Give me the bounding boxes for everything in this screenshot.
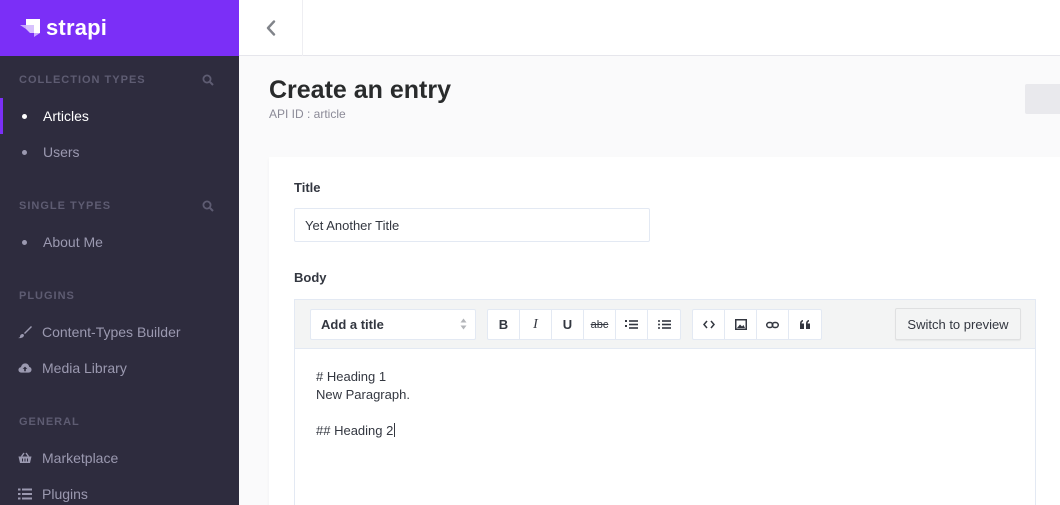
- format-button-group: B I U abc: [487, 309, 681, 340]
- bulleted-list-button[interactable]: [648, 310, 680, 339]
- sidebar-item-users[interactable]: Users: [0, 134, 239, 170]
- sidebar-item-label: Marketplace: [42, 450, 119, 466]
- editor-toolbar: Add a title B I U abc Switch to preview: [295, 300, 1035, 349]
- body-field-label: Body: [294, 270, 327, 285]
- editor-textarea[interactable]: # Heading 1 New Paragraph. ## Heading 2: [295, 349, 1035, 505]
- page-subtitle: API ID : article: [269, 107, 346, 121]
- markdown-editor: Add a title B I U abc Switch to preview …: [294, 299, 1036, 505]
- numbered-list-button[interactable]: [616, 310, 648, 339]
- link-icon: [766, 321, 779, 328]
- sidebar-item-plugins[interactable]: Plugins: [0, 476, 239, 505]
- brand-name: strapi: [46, 15, 108, 40]
- sidebar: strapi COLLECTION TYPES Articles Users S…: [0, 0, 239, 505]
- chevron-left-icon: [266, 20, 275, 36]
- sidebar-item-label: Content-Types Builder: [42, 324, 181, 340]
- strikethrough-button[interactable]: abc: [584, 310, 616, 339]
- italic-label: I: [533, 316, 538, 332]
- bullet-icon: [22, 239, 27, 245]
- basket-icon: [18, 451, 32, 465]
- search-icon[interactable]: [202, 200, 214, 212]
- switch-to-preview-button[interactable]: Switch to preview: [895, 308, 1021, 340]
- image-button[interactable]: [725, 310, 757, 339]
- heading-select-value: Add a title: [321, 317, 384, 332]
- image-icon: [734, 319, 747, 330]
- header-action-button[interactable]: [1025, 84, 1060, 114]
- heading-select[interactable]: Add a title: [310, 309, 476, 340]
- bullet-icon: [22, 149, 27, 155]
- insert-button-group: [692, 309, 822, 340]
- title-field-label: Title: [294, 180, 321, 195]
- editor-line: # Heading 1: [316, 369, 387, 384]
- numbered-list-icon: [625, 320, 638, 329]
- sidebar-item-media-library[interactable]: Media Library: [0, 350, 239, 386]
- strikethrough-label: abc: [590, 318, 609, 331]
- quote-button[interactable]: [789, 310, 821, 339]
- bullet-icon: [22, 113, 27, 119]
- bold-label: B: [498, 317, 509, 332]
- underline-label: U: [562, 317, 573, 332]
- sidebar-item-label: Media Library: [42, 360, 127, 376]
- strapi-logo-icon: [20, 19, 40, 37]
- italic-button[interactable]: I: [520, 310, 552, 339]
- cloud-upload-icon: [18, 361, 32, 375]
- list-icon: [18, 487, 32, 501]
- editor-line: New Paragraph.: [316, 387, 410, 402]
- code-button[interactable]: [693, 310, 725, 339]
- top-bar: [239, 0, 1060, 56]
- sidebar-item-label: About Me: [43, 234, 103, 250]
- sidebar-item-content-types-builder[interactable]: Content-Types Builder: [0, 314, 239, 350]
- sidebar-item-label: Plugins: [42, 486, 88, 502]
- bold-button[interactable]: B: [488, 310, 520, 339]
- text-caret: [394, 423, 396, 437]
- back-button[interactable]: [239, 0, 303, 56]
- strapi-logo[interactable]: strapi: [20, 15, 107, 41]
- sidebar-item-marketplace[interactable]: Marketplace: [0, 440, 239, 476]
- select-arrows-icon: [460, 318, 467, 330]
- paintbrush-icon: [18, 325, 32, 339]
- sidebar-item-articles[interactable]: Articles: [0, 98, 239, 134]
- brand-header: strapi: [0, 0, 239, 56]
- code-icon: [702, 320, 715, 329]
- search-icon[interactable]: [202, 74, 214, 86]
- page-title: Create an entry: [269, 76, 452, 104]
- editor-line-with-caret: ## Heading 2: [316, 422, 1014, 440]
- quote-icon: [800, 320, 810, 329]
- section-title-general: GENERAL: [19, 416, 80, 428]
- link-button[interactable]: [757, 310, 789, 339]
- bulleted-list-icon: [657, 320, 671, 329]
- sidebar-item-about-me[interactable]: About Me: [0, 224, 239, 260]
- underline-button[interactable]: U: [552, 310, 584, 339]
- sidebar-item-label: Users: [43, 144, 80, 160]
- section-title-collection-types: COLLECTION TYPES: [19, 74, 146, 86]
- entry-form-card: Title Body Add a title B I U abc: [269, 157, 1060, 505]
- title-input[interactable]: [294, 208, 650, 242]
- sidebar-item-label: Articles: [43, 108, 89, 124]
- section-title-single-types: SINGLE TYPES: [19, 200, 112, 212]
- editor-line-text: ## Heading 2: [316, 423, 394, 438]
- section-title-plugins: PLUGINS: [19, 290, 75, 302]
